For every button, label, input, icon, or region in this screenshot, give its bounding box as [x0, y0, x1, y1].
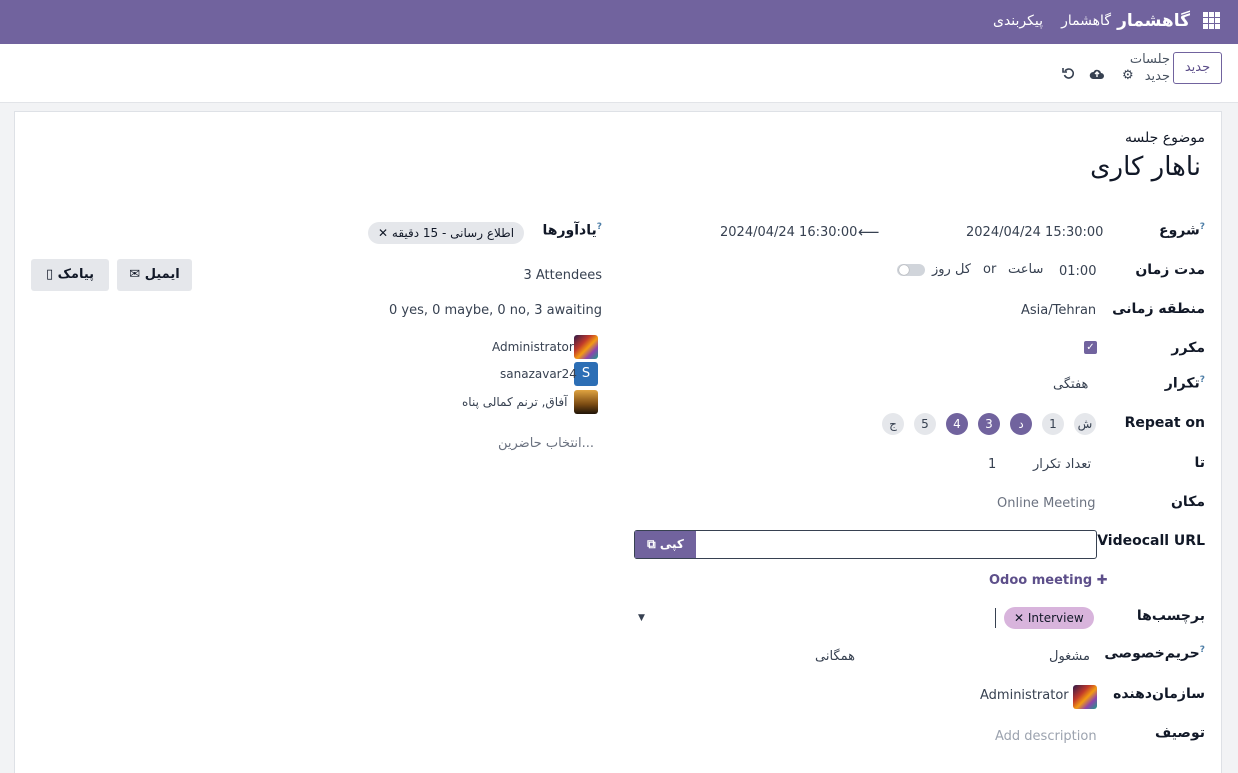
date-range-arrow-icon: ⟵	[858, 223, 880, 241]
show-as-value[interactable]: مشغول	[1049, 649, 1090, 664]
description-input[interactable]: Add description	[995, 729, 1097, 744]
repeat-label: تکرار?	[1164, 375, 1205, 392]
app-name[interactable]: گاهشمار	[1117, 11, 1190, 31]
tags-input-cursor[interactable]	[995, 608, 996, 628]
timezone-value[interactable]: Asia/Tehran	[1021, 303, 1096, 318]
allday-label: کل روز	[932, 262, 971, 277]
attendee-avatar-admin	[574, 335, 598, 359]
organizer-avatar	[1073, 685, 1097, 709]
envelope-icon: ✉	[129, 267, 141, 282]
repeat-day-toggle[interactable]: ش	[1074, 413, 1096, 435]
location-label: مکان	[1170, 494, 1205, 510]
breadcrumb-current: جدید	[1144, 69, 1170, 84]
location-value[interactable]: Online Meeting	[997, 496, 1095, 511]
repeat-value[interactable]: هفتگی	[1053, 377, 1088, 392]
gear-icon[interactable]: ⚙	[1122, 68, 1134, 83]
until-label: تا	[1194, 455, 1205, 471]
tags-dropdown-icon[interactable]: ▼	[638, 613, 645, 623]
attendee-name[interactable]: آفاق, ترنم کمالی پناه	[462, 395, 567, 409]
videocall-label: Videocall URL	[1097, 533, 1205, 549]
subject-title[interactable]: ناهار کاری	[1090, 152, 1201, 182]
recurrent-label: مکرر	[1171, 340, 1205, 356]
sms-button[interactable]: ▯ پیامک	[31, 259, 109, 291]
tags-label: برچسب‌ها	[1136, 608, 1205, 624]
apps-menu-icon[interactable]	[1203, 12, 1220, 29]
description-label: توصیف	[1155, 725, 1205, 741]
attendee-avatar-s: S	[574, 362, 598, 386]
organizer-label: سازمان‌دهنده	[1113, 686, 1205, 702]
select-attendees-input[interactable]: انتخاب حاضرین...	[498, 436, 594, 451]
organizer-name[interactable]: Administrator	[980, 688, 1069, 703]
recurrent-checkbox[interactable]: ✓	[1084, 341, 1097, 354]
start-datetime[interactable]: 2024/04/24 15:30:00	[966, 225, 1103, 240]
mobile-icon: ▯	[45, 267, 54, 282]
top-navbar: گاهشمار گاهشمار پیکربندی	[0, 0, 1238, 44]
duration-unit: ساعت	[1008, 262, 1044, 277]
attendees-status: 0 yes, 0 maybe, 0 no, 3 awaiting	[388, 303, 602, 318]
duration-label: مدت زمان	[1135, 262, 1205, 278]
odoo-meeting-link[interactable]: Odoo meeting ✚	[989, 573, 1108, 588]
copy-button[interactable]: ⧉ کپی	[635, 531, 696, 558]
videocall-url-input[interactable]	[634, 530, 1097, 559]
repeat-on-label: Repeat on	[1124, 415, 1205, 431]
subject-label: موضوع جلسه	[1125, 130, 1205, 146]
form-sheet	[14, 111, 1222, 773]
duration-or: or	[983, 262, 997, 277]
attendee-name[interactable]: sanazavar24	[500, 367, 577, 381]
repeat-day-toggle[interactable]: 4	[946, 413, 968, 435]
attendee-name[interactable]: Administrator	[492, 340, 574, 354]
allday-toggle[interactable]	[897, 264, 925, 276]
end-datetime[interactable]: 2024/04/24 16:30:00	[720, 225, 857, 240]
repeat-day-toggle[interactable]: 5	[914, 413, 936, 435]
repeat-day-toggle[interactable]: 1	[1042, 413, 1064, 435]
until-type[interactable]: تعداد تکرار	[1033, 457, 1091, 472]
tag-interview: ✕ Interview	[1004, 607, 1094, 629]
remove-tag-icon[interactable]: ✕	[1014, 611, 1024, 625]
save-cloud-icon[interactable]	[1089, 67, 1105, 85]
discard-icon[interactable]	[1062, 67, 1075, 84]
start-label: شروع?	[1159, 222, 1205, 239]
remove-alarm-icon[interactable]: ✕	[378, 226, 388, 240]
menu-item-configuration[interactable]: پیکربندی	[993, 13, 1043, 29]
new-button[interactable]: جدید	[1173, 52, 1222, 84]
privacy-value[interactable]: همگانی	[815, 649, 855, 664]
alarm-tag: ✕ اطلاع رسانی - 15 دقیقه	[368, 222, 525, 244]
repeat-day-toggle[interactable]: 3	[978, 413, 1000, 435]
repeat-day-toggle[interactable]: د	[1010, 413, 1032, 435]
duration-input[interactable]: 01:00	[1059, 264, 1096, 279]
control-panel: جدید جلسات جدید ⚙	[0, 44, 1238, 103]
attendee-avatar-afagh	[574, 390, 598, 414]
breadcrumb-parent[interactable]: جلسات	[1130, 52, 1170, 67]
repeat-day-toggle[interactable]: ج	[882, 413, 904, 435]
email-button[interactable]: ✉ ایمیل	[117, 259, 192, 291]
attendees-count: 3 Attendees	[523, 268, 602, 283]
alarms-label: یادآورها?	[542, 222, 602, 239]
privacy-label: حریم‌خصوصی?	[1104, 645, 1205, 662]
menu-item-calendar[interactable]: گاهشمار	[1061, 13, 1111, 29]
timezone-label: منطقه زمانی	[1112, 301, 1205, 317]
plus-icon: ✚	[1096, 573, 1108, 588]
copy-icon: ⧉	[647, 537, 656, 551]
until-count[interactable]: 1	[988, 457, 996, 472]
